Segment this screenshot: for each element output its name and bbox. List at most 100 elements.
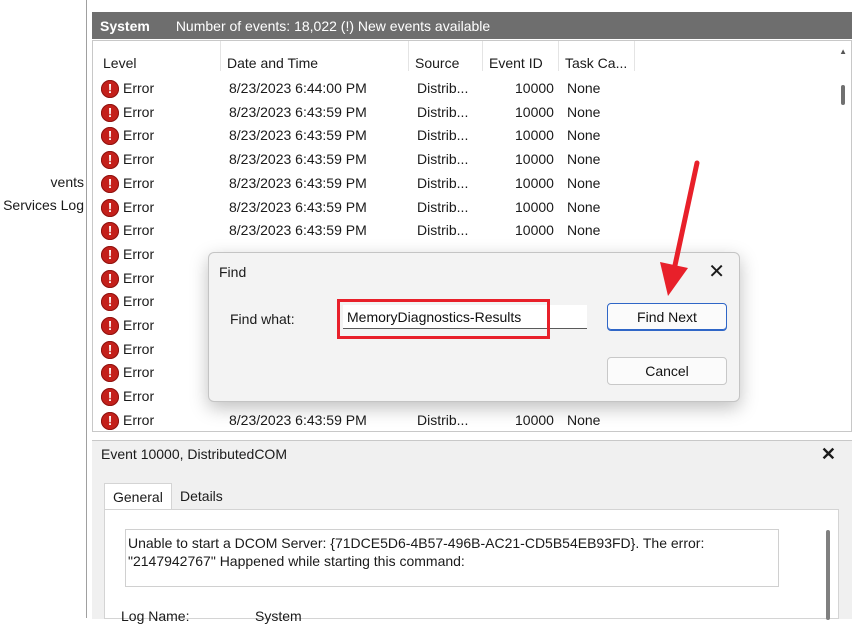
cell-level: Error [123, 174, 155, 191]
column-header-task-category[interactable]: Task Ca... [559, 41, 635, 71]
cell-source: Distrib... [417, 103, 469, 120]
tree-item-services-logs[interactable]: d Services Log [0, 197, 84, 213]
cell-date-time: 8/23/2023 6:43:59 PM [229, 222, 367, 239]
table-row[interactable]: ! Error 8/23/2023 6:43:59 PM Distrib... 1000… [93, 101, 833, 125]
cell-level: Error [123, 364, 155, 381]
error-icon: ! [101, 364, 119, 383]
find-what-input[interactable] [343, 305, 587, 329]
table-row[interactable]: ! Error 8/23/2023 6:43:59 PM Distrib... 1000… [93, 196, 833, 220]
left-tree-pane: vents d Services Log [0, 0, 87, 618]
cell-task-category: None [567, 127, 601, 144]
cell-event-id: 10000 [515, 103, 554, 120]
column-header-level[interactable]: Level [97, 41, 221, 71]
table-row[interactable]: ! Error 8/23/2023 6:43:59 PM Distrib... 1000… [93, 219, 833, 243]
column-header-date-time[interactable]: Date and Time [221, 41, 409, 71]
error-icon: ! [101, 388, 119, 407]
find-dialog: Find ✕ Find what: Find Next Cancel [208, 252, 740, 402]
cell-level: Error [123, 269, 155, 286]
cell-date-time: 8/23/2023 6:43:59 PM [229, 151, 367, 168]
cell-source: Distrib... [417, 80, 469, 96]
event-description: Unable to start a DCOM Server: {71DCE5D6… [128, 535, 705, 569]
cell-task-category: None [567, 222, 601, 239]
cell-source: Distrib... [417, 411, 469, 428]
cell-event-id: 10000 [515, 127, 554, 144]
cell-level: Error [123, 411, 155, 428]
cell-source: Distrib... [417, 174, 469, 191]
column-header-event-id[interactable]: Event ID [483, 41, 559, 71]
column-header-source[interactable]: Source [409, 41, 483, 71]
table-row[interactable]: ! Error 8/23/2023 6:43:59 PM Distrib... 1000… [93, 409, 833, 431]
find-what-label: Find what: [230, 311, 295, 327]
cell-date-time: 8/23/2023 6:44:00 PM [229, 80, 367, 96]
table-row[interactable]: ! Error 8/23/2023 6:43:59 PM Distrib... 1000… [93, 124, 833, 148]
cell-source: Distrib... [417, 151, 469, 168]
detail-scrollbar[interactable] [826, 530, 830, 620]
error-icon: ! [101, 411, 119, 430]
cell-level: Error [123, 151, 155, 168]
error-icon: ! [101, 151, 119, 170]
cell-level: Error [123, 103, 155, 120]
cell-date-time: 8/23/2023 6:43:59 PM [229, 127, 367, 144]
error-icon: ! [101, 174, 119, 193]
cell-source: Distrib... [417, 198, 469, 215]
cell-source: Distrib... [417, 127, 469, 144]
cell-level: Error [123, 127, 155, 144]
cell-event-id: 10000 [515, 198, 554, 215]
cell-level: Error [123, 245, 155, 262]
detail-body: Unable to start a DCOM Server: {71DCE5D6… [104, 509, 839, 624]
cell-level: Error [123, 340, 155, 357]
error-icon: ! [101, 127, 119, 146]
cell-task-category: None [567, 151, 601, 168]
error-icon: ! [101, 198, 119, 217]
cell-task-category: None [567, 198, 601, 215]
close-icon[interactable]: ✕ [821, 444, 836, 465]
tree-item-events[interactable]: vents [51, 174, 84, 190]
find-dialog-title: Find [219, 264, 247, 280]
error-icon: ! [101, 103, 119, 122]
error-icon: ! [101, 340, 119, 359]
find-dialog-titlebar: Find ✕ [209, 253, 739, 289]
cell-event-id: 10000 [515, 151, 554, 168]
cell-event-id: 10000 [515, 174, 554, 191]
log-name-label: Log Name: [121, 608, 190, 624]
table-row[interactable]: ! Error 8/23/2023 6:43:59 PM Distrib... 1000… [93, 148, 833, 172]
cell-date-time: 8/23/2023 6:43:59 PM [229, 174, 367, 191]
cell-level: Error [123, 222, 155, 239]
table-row[interactable]: ! Error 8/23/2023 6:43:59 PM Distrib... 1000… [93, 172, 833, 196]
log-header: System Number of events: 18,022 (!) New … [92, 12, 852, 39]
log-title: System [100, 17, 150, 34]
cancel-button[interactable]: Cancel [607, 357, 727, 385]
column-headers: Level Date and Time Source Event ID Task… [93, 41, 833, 73]
cell-level: Error [123, 198, 155, 215]
scroll-up-icon[interactable]: ▲ [839, 47, 847, 56]
error-icon: ! [101, 317, 119, 335]
cell-event-id: 10000 [515, 222, 554, 239]
cell-task-category: None [567, 103, 601, 120]
cell-date-time: 8/23/2023 6:43:59 PM [229, 411, 367, 428]
event-detail-title: Event 10000, DistributedCOM [101, 446, 287, 462]
cell-level: Error [123, 80, 155, 96]
error-icon: ! [101, 80, 119, 98]
event-description-box[interactable]: Unable to start a DCOM Server: {71DCE5D6… [125, 529, 779, 587]
close-icon[interactable]: ✕ [708, 259, 725, 284]
events-scrollbar[interactable] [841, 85, 845, 105]
table-row[interactable]: ! Error 8/23/2023 6:44:00 PM Distrib... 1000… [93, 77, 833, 101]
find-next-button[interactable]: Find Next [607, 303, 727, 331]
cell-level: Error [123, 293, 155, 310]
cell-source: Distrib... [417, 222, 469, 239]
error-icon: ! [101, 269, 119, 288]
cell-task-category: None [567, 411, 601, 428]
cell-date-time: 8/23/2023 6:43:59 PM [229, 103, 367, 120]
error-icon: ! [101, 293, 119, 312]
event-detail-pane: Event 10000, DistributedCOM ✕ General De… [92, 440, 852, 624]
cell-level: Error [123, 388, 155, 405]
event-count-info: Number of events: 18,022 (!) New events … [175, 17, 491, 34]
cell-level: Error [123, 317, 155, 333]
tab-details[interactable]: Details [172, 483, 228, 509]
cell-task-category: None [567, 174, 601, 191]
cell-event-id: 10000 [515, 80, 554, 96]
cell-event-id: 10000 [515, 411, 554, 428]
cell-task-category: None [567, 80, 601, 96]
error-icon: ! [101, 245, 119, 264]
tab-general[interactable]: General [104, 483, 172, 509]
